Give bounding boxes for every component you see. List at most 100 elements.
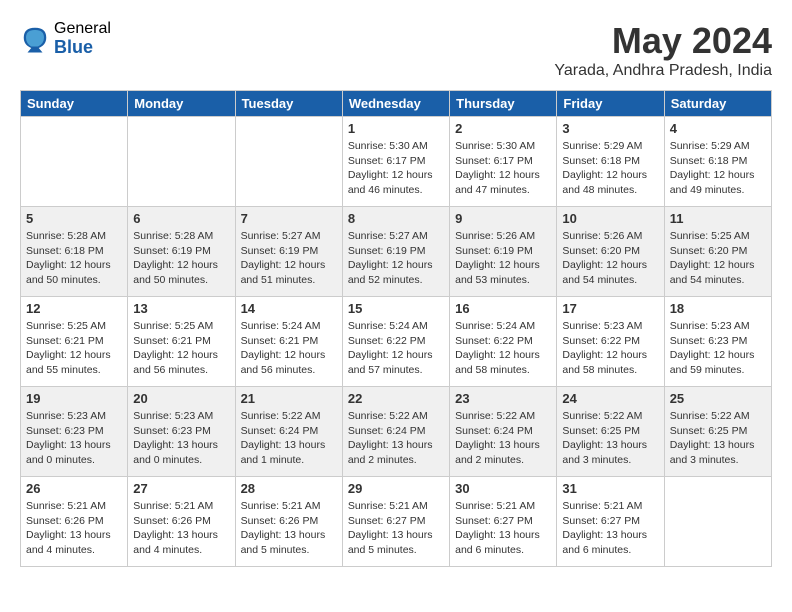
- logo-icon: [20, 24, 50, 54]
- title-area: May 2024 Yarada, Andhra Pradesh, India: [554, 20, 772, 80]
- calendar-cell: 4 Sunrise: 5:29 AM Sunset: 6:18 PM Daylig…: [664, 117, 771, 207]
- header-thursday: Thursday: [450, 91, 557, 117]
- calendar-cell: 8Sunrise: 5:27 AM Sunset: 6:19 PM Daylig…: [342, 207, 449, 297]
- calendar-week-1: 1 Sunrise: 5:30 AM Sunset: 6:17 PM Daylig…: [21, 117, 772, 207]
- header-saturday: Saturday: [664, 91, 771, 117]
- day-info: Sunrise: 5:22 AM Sunset: 6:24 PM Dayligh…: [241, 409, 337, 468]
- day-number: 30: [455, 481, 551, 496]
- day-info: Sunrise: 5:23 AM Sunset: 6:23 PM Dayligh…: [26, 409, 122, 468]
- calendar-cell: 11 Sunrise: 5:25 AM Sunset: 6:20 PM Dayli…: [664, 207, 771, 297]
- day-number: 29: [348, 481, 444, 496]
- calendar-cell: 9 Sunrise: 5:26 AM Sunset: 6:19 PM Daylig…: [450, 207, 557, 297]
- calendar-cell: 17 Sunrise: 5:23 AM Sunset: 6:22 PM Dayli…: [557, 297, 664, 387]
- day-number: 5: [26, 211, 122, 226]
- calendar-table: Sunday Monday Tuesday Wednesday Thursday…: [20, 90, 772, 567]
- logo-blue: Blue: [54, 38, 111, 58]
- day-info: Sunrise: 5:30 AM Sunset: 6:17 PM Dayligh…: [455, 139, 551, 198]
- day-info: Sunrise: 5:24 AM Sunset: 6:22 PM Dayligh…: [455, 319, 551, 378]
- calendar-cell: 2 Sunrise: 5:30 AM Sunset: 6:17 PM Daylig…: [450, 117, 557, 207]
- calendar-cell: 23 Sunrise: 5:22 AM Sunset: 6:24 PM Dayli…: [450, 387, 557, 477]
- calendar-cell: 6 Sunrise: 5:28 AM Sunset: 6:19 PM Daylig…: [128, 207, 235, 297]
- day-number: 19: [26, 391, 122, 406]
- day-number: 14: [241, 301, 337, 316]
- calendar-cell: 31 Sunrise: 5:21 AM Sunset: 6:27 PM Dayli…: [557, 477, 664, 567]
- calendar-cell: 22 Sunrise: 5:22 AM Sunset: 6:24 PM Dayli…: [342, 387, 449, 477]
- calendar-week-4: 19 Sunrise: 5:23 AM Sunset: 6:23 PM Dayli…: [21, 387, 772, 477]
- day-info: Sunrise: 5:23 AM Sunset: 6:23 PM Dayligh…: [133, 409, 229, 468]
- day-number: 15: [348, 301, 444, 316]
- header-tuesday: Tuesday: [235, 91, 342, 117]
- calendar-cell: 19 Sunrise: 5:23 AM Sunset: 6:23 PM Dayli…: [21, 387, 128, 477]
- day-number: 28: [241, 481, 337, 496]
- day-info: Sunrise: 5:24 AM Sunset: 6:21 PM Dayligh…: [241, 319, 337, 378]
- day-number: 25: [670, 391, 766, 406]
- day-info: Sunrise: 5:27 AM Sunset: 6:19 PM Dayligh…: [241, 229, 337, 288]
- day-number: 23: [455, 391, 551, 406]
- calendar-cell: 29Sunrise: 5:21 AM Sunset: 6:27 PM Dayli…: [342, 477, 449, 567]
- header-friday: Friday: [557, 91, 664, 117]
- day-info: Sunrise: 5:24 AM Sunset: 6:22 PM Dayligh…: [348, 319, 444, 378]
- day-number: 24: [562, 391, 658, 406]
- day-number: 27: [133, 481, 229, 496]
- calendar-cell: 30 Sunrise: 5:21 AM Sunset: 6:27 PM Dayli…: [450, 477, 557, 567]
- day-info: Sunrise: 5:21 AM Sunset: 6:27 PM Dayligh…: [562, 499, 658, 558]
- header-row: Sunday Monday Tuesday Wednesday Thursday…: [21, 91, 772, 117]
- calendar-header: Sunday Monday Tuesday Wednesday Thursday…: [21, 91, 772, 117]
- day-number: 1: [348, 121, 444, 136]
- day-number: 13: [133, 301, 229, 316]
- calendar-week-3: 12 Sunrise: 5:25 AM Sunset: 6:21 PM Dayli…: [21, 297, 772, 387]
- day-number: 12: [26, 301, 122, 316]
- day-number: 2: [455, 121, 551, 136]
- day-info: Sunrise: 5:23 AM Sunset: 6:22 PM Dayligh…: [562, 319, 658, 378]
- calendar-cell: 15 Sunrise: 5:24 AM Sunset: 6:22 PM Dayli…: [342, 297, 449, 387]
- day-info: Sunrise: 5:21 AM Sunset: 6:27 PM Dayligh…: [455, 499, 551, 558]
- calendar-cell: 16 Sunrise: 5:24 AM Sunset: 6:22 PM Dayli…: [450, 297, 557, 387]
- day-info: Sunrise: 5:25 AM Sunset: 6:21 PM Dayligh…: [133, 319, 229, 378]
- calendar-cell: [21, 117, 128, 207]
- day-number: 31: [562, 481, 658, 496]
- day-number: 4: [670, 121, 766, 136]
- header-wednesday: Wednesday: [342, 91, 449, 117]
- day-info: Sunrise: 5:22 AM Sunset: 6:24 PM Dayligh…: [455, 409, 551, 468]
- day-info: Sunrise: 5:26 AM Sunset: 6:20 PM Dayligh…: [562, 229, 658, 288]
- logo-general: General: [54, 20, 111, 38]
- calendar-cell: [128, 117, 235, 207]
- calendar-cell: 3Sunrise: 5:29 AM Sunset: 6:18 PM Daylig…: [557, 117, 664, 207]
- page-header: GeneralBlue May 2024 Yarada, Andhra Prad…: [20, 20, 772, 80]
- day-number: 20: [133, 391, 229, 406]
- calendar-cell: 12Sunrise: 5:25 AM Sunset: 6:21 PM Dayli…: [21, 297, 128, 387]
- logo-text: GeneralBlue: [54, 20, 111, 57]
- calendar-cell: [664, 477, 771, 567]
- day-number: 7: [241, 211, 337, 226]
- day-number: 16: [455, 301, 551, 316]
- day-info: Sunrise: 5:22 AM Sunset: 6:24 PM Dayligh…: [348, 409, 444, 468]
- calendar-cell: 7 Sunrise: 5:27 AM Sunset: 6:19 PM Daylig…: [235, 207, 342, 297]
- day-info: Sunrise: 5:25 AM Sunset: 6:20 PM Dayligh…: [670, 229, 766, 288]
- day-number: 26: [26, 481, 122, 496]
- day-number: 22: [348, 391, 444, 406]
- calendar-cell: 1Sunrise: 5:30 AM Sunset: 6:17 PM Daylig…: [342, 117, 449, 207]
- day-info: Sunrise: 5:21 AM Sunset: 6:26 PM Dayligh…: [133, 499, 229, 558]
- calendar-cell: [235, 117, 342, 207]
- day-number: 21: [241, 391, 337, 406]
- day-number: 6: [133, 211, 229, 226]
- day-info: Sunrise: 5:22 AM Sunset: 6:25 PM Dayligh…: [670, 409, 766, 468]
- calendar-body: 1 Sunrise: 5:30 AM Sunset: 6:17 PM Daylig…: [21, 117, 772, 567]
- day-number: 9: [455, 211, 551, 226]
- calendar-cell: 13 Sunrise: 5:25 AM Sunset: 6:21 PM Dayli…: [128, 297, 235, 387]
- day-info: Sunrise: 5:26 AM Sunset: 6:19 PM Dayligh…: [455, 229, 551, 288]
- logo: GeneralBlue: [20, 20, 111, 57]
- header-sunday: Sunday: [21, 91, 128, 117]
- day-info: Sunrise: 5:29 AM Sunset: 6:18 PM Dayligh…: [670, 139, 766, 198]
- day-number: 18: [670, 301, 766, 316]
- calendar-cell: 25 Sunrise: 5:22 AM Sunset: 6:25 PM Dayli…: [664, 387, 771, 477]
- day-info: Sunrise: 5:23 AM Sunset: 6:23 PM Dayligh…: [670, 319, 766, 378]
- calendar-cell: 28Sunrise: 5:21 AM Sunset: 6:26 PM Dayli…: [235, 477, 342, 567]
- day-number: 17: [562, 301, 658, 316]
- header-monday: Monday: [128, 91, 235, 117]
- calendar-cell: 24Sunrise: 5:22 AM Sunset: 6:25 PM Dayli…: [557, 387, 664, 477]
- day-info: Sunrise: 5:28 AM Sunset: 6:19 PM Dayligh…: [133, 229, 229, 288]
- day-number: 11: [670, 211, 766, 226]
- calendar-cell: 14 Sunrise: 5:24 AM Sunset: 6:21 PM Dayli…: [235, 297, 342, 387]
- calendar-cell: 26Sunrise: 5:21 AM Sunset: 6:26 PM Dayli…: [21, 477, 128, 567]
